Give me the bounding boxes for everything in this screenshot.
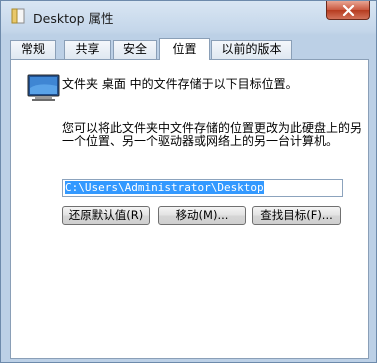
location-description: 文件夹 桌面 中的文件存储于以下目标位置。 (62, 77, 298, 91)
find-target-button[interactable]: 查找目标(F)... (252, 206, 341, 225)
location-explanation: 您可以将此文件夹中文件存储的位置更改为此硬盘上的另一个位置、另一个驱动器或网络上… (62, 121, 363, 148)
location-panel: 文件夹 桌面 中的文件存储于以下目标位置。 您可以将此文件夹中文件存储的位置更改… (10, 59, 369, 359)
desktop-folder-icon (27, 74, 60, 101)
restore-default-button[interactable]: 还原默认值(R) (62, 206, 150, 225)
tab-strip: 常规 共享 安全 位置 以前的版本 (10, 38, 370, 60)
close-icon (342, 5, 355, 16)
tab-general[interactable]: 常规 (10, 40, 56, 59)
folder-icon (11, 8, 25, 24)
path-value: C:\Users\Administrator\Desktop (65, 181, 264, 194)
window-title: Desktop 属性 (33, 11, 114, 26)
properties-window: Desktop 属性 常规 共享 安全 位置 以前的版本 文件夹 桌面 中的文件… (0, 0, 377, 363)
tab-sharing[interactable]: 共享 (64, 40, 111, 59)
move-button[interactable]: 移动(M)... (158, 206, 246, 225)
tab-location[interactable]: 位置 (159, 38, 210, 60)
close-button[interactable] (326, 1, 370, 20)
path-input[interactable]: C:\Users\Administrator\Desktop (62, 179, 343, 197)
tab-previous-versions[interactable]: 以前的版本 (211, 40, 292, 59)
tab-security[interactable]: 安全 (113, 40, 157, 59)
title-bar[interactable]: Desktop 属性 (1, 1, 376, 31)
